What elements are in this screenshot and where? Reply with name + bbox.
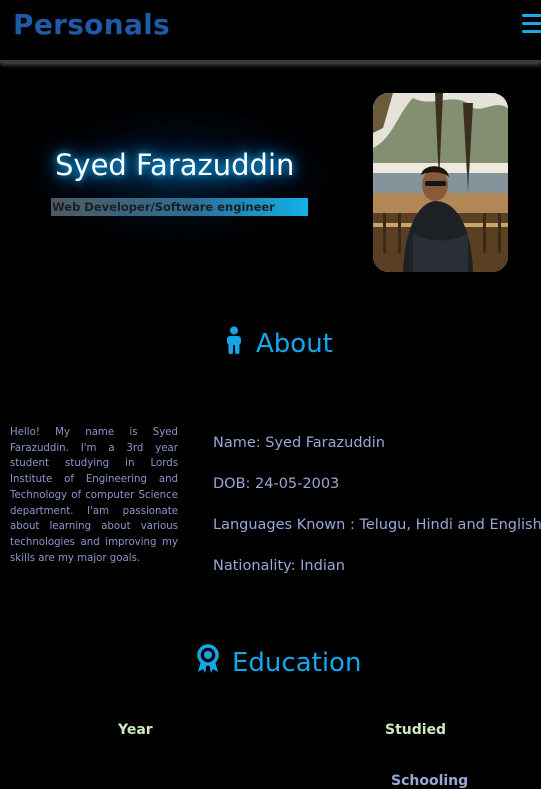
detail-name: Name: Syed Farazuddin	[213, 435, 385, 451]
about-bio: Hello! My name is Syed Farazuddin. I'm a…	[10, 427, 178, 564]
hamburger-menu-icon[interactable]	[522, 14, 541, 36]
hero-name: Syed Farazuddin	[55, 148, 295, 182]
person-icon	[224, 326, 244, 361]
hero-role: Web Developer/Software engineer	[51, 198, 308, 216]
top-navbar: Personals	[0, 0, 541, 63]
profile-photo	[373, 93, 508, 272]
about-details: Name: Syed Farazuddin DOB: 24-05-2003 La…	[213, 435, 541, 599]
education-heading: Education	[196, 644, 361, 681]
column-header-year: Year	[118, 722, 153, 738]
about-heading: About	[224, 326, 333, 361]
detail-languages: Languages Known : Telugu, Hindi and Engl…	[213, 517, 541, 533]
detail-nationality: Nationality: Indian	[213, 558, 345, 574]
education-row-studied: Schooling	[391, 773, 469, 789]
brand-title[interactable]: Personals	[13, 8, 170, 41]
detail-dob: DOB: 24-05-2003	[213, 476, 340, 492]
education-title: Education	[232, 647, 362, 678]
column-header-studied: Studied	[385, 722, 447, 738]
award-ribbon-icon	[196, 644, 220, 681]
about-title: About	[256, 328, 333, 359]
